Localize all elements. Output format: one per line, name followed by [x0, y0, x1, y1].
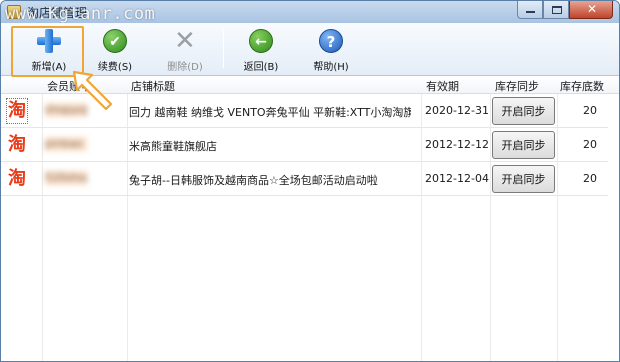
shop-title-cell: 回力 越南鞋 纳维戈 VENTO奔兔平仙 平新鞋:XTT小淘淘旗…	[129, 106, 411, 119]
expiry-cell: 2020-12-31	[425, 104, 489, 117]
help-icon: ?	[317, 27, 345, 55]
pointer-arrow-icon	[72, 70, 113, 111]
expiry-cell: 2012-12-04	[425, 172, 489, 185]
table-row[interactable]: 淘 520shop 兔子胡--日韩服饰及越南商品☆全场包邮活动启动啦 2012-…	[1, 162, 619, 196]
stock-base-cell: 20	[583, 104, 597, 117]
check-icon: ✔	[101, 27, 129, 55]
help-button-label: 帮助(H)	[313, 62, 349, 73]
shop-table: 会员账号 店铺标题 有效期 库存同步 库存底数 淘 shopyojin 回力 越…	[1, 76, 619, 361]
close-icon: ✕	[587, 2, 598, 16]
expiry-cell: 2012-12-12	[425, 138, 489, 151]
enable-sync-button[interactable]: 开启同步	[492, 97, 555, 125]
back-button[interactable]: ← 返回(B)	[233, 26, 289, 74]
minimize-button[interactable]	[517, 1, 543, 19]
enable-sync-button[interactable]: 开启同步	[492, 165, 555, 193]
window-controls: ✕	[517, 1, 613, 19]
column-header-stock[interactable]: 库存底数	[560, 78, 604, 94]
stock-base-cell: 20	[583, 172, 597, 185]
taobao-icon: 淘	[8, 168, 26, 189]
delete-x-icon: ✕	[174, 26, 196, 56]
back-button-label: 返回(B)	[243, 62, 279, 73]
column-header-sync[interactable]: 库存同步	[495, 78, 539, 94]
taobao-icon: 淘	[6, 98, 28, 124]
shop-title-cell: 米高熊童鞋旗舰店	[129, 140, 217, 153]
enable-sync-button[interactable]: 开启同步	[492, 131, 555, 159]
back-arrow-icon: ←	[247, 27, 275, 55]
stock-base-cell: 20	[583, 138, 597, 151]
maximize-button[interactable]	[543, 1, 569, 19]
delete-button[interactable]: ✕ 删除(D)	[157, 26, 213, 74]
title-bar[interactable]: 淘店铺管理 www.Kgtanr.com ✕	[1, 1, 619, 24]
column-header-expiry[interactable]: 有效期	[426, 78, 459, 94]
watermark: www.Kgtanr.com	[5, 4, 156, 24]
account-cell: 520shop	[45, 171, 87, 185]
delete-button-label: 删除(D)	[167, 62, 203, 73]
shop-title-cell: 兔子胡--日韩服饰及越南商品☆全场包邮活动启动啦	[129, 174, 378, 187]
help-button[interactable]: ? 帮助(H)	[303, 26, 359, 74]
table-row[interactable]: 淘 pinbao 米高熊童鞋旗舰店 2012-12-12 开启同步 20	[1, 128, 619, 162]
toolbar-separator	[223, 30, 224, 68]
account-cell: pinbao	[45, 137, 87, 151]
maximize-icon	[552, 6, 562, 14]
renew-button[interactable]: ✔ 续费(S)	[87, 26, 143, 74]
taobao-icon: 淘	[8, 134, 26, 155]
minimize-icon	[526, 11, 535, 13]
app-window: 淘店铺管理 www.Kgtanr.com ✕ 新增(A) ✔ 续费(S) ✕ 删…	[0, 0, 620, 362]
close-button[interactable]: ✕	[569, 1, 613, 19]
column-header-title[interactable]: 店铺标题	[131, 78, 175, 94]
vertical-scrollbar[interactable]	[608, 94, 619, 361]
